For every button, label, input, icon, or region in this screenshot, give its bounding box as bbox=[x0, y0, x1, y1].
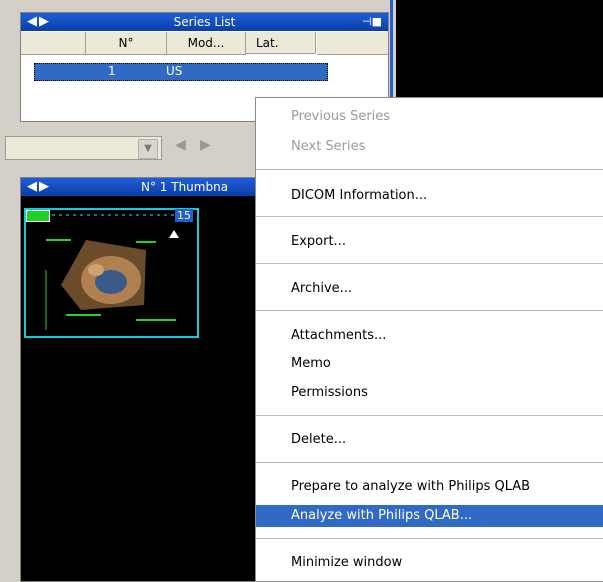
menu-item-analyze-qlab[interactable]: Analyze with Philips QLAB... bbox=[256, 505, 603, 527]
next-arrow-icon[interactable]: ▶ bbox=[200, 137, 211, 153]
menu-item-next-series[interactable]: Next Series bbox=[256, 136, 603, 158]
series-list-title-bar: ◀▶ Series List ⊣■ bbox=[21, 13, 388, 31]
menu-item-dicom-information[interactable]: DICOM Information... bbox=[256, 185, 603, 207]
pane-nav-arrows-icon[interactable]: ◀▶ bbox=[27, 178, 51, 196]
series-list-title: Series List bbox=[173, 15, 236, 29]
viewer-border bbox=[390, 0, 393, 110]
row-modality: US bbox=[166, 64, 183, 78]
menu-item-delete[interactable]: Delete... bbox=[256, 429, 603, 451]
menu-separator bbox=[256, 462, 603, 463]
thumbnail-count: 15 bbox=[175, 209, 193, 222]
menu-item-previous-series[interactable]: Previous Series bbox=[256, 106, 603, 128]
ultrasound-image-icon bbox=[26, 210, 197, 336]
column-header-blank[interactable] bbox=[21, 32, 86, 55]
menu-separator bbox=[256, 538, 603, 539]
menu-item-memo[interactable]: Memo bbox=[256, 353, 603, 375]
column-header-spacer bbox=[317, 32, 388, 55]
thumbnail-title: N° 1 Thumbna bbox=[141, 180, 229, 194]
menu-item-permissions[interactable]: Permissions bbox=[256, 382, 603, 404]
row-number: 1 bbox=[108, 64, 116, 78]
menu-separator bbox=[256, 415, 603, 416]
menu-item-prepare-qlab[interactable]: Prepare to analyze with Philips QLAB bbox=[256, 476, 603, 498]
menu-item-export[interactable]: Export... bbox=[256, 231, 603, 253]
menu-item-archive[interactable]: Archive... bbox=[256, 278, 603, 300]
menu-item-attachments[interactable]: Attachments... bbox=[256, 325, 603, 347]
ultrasound-thumbnail[interactable] bbox=[24, 208, 199, 338]
menu-separator bbox=[256, 216, 603, 217]
menu-separator bbox=[256, 263, 603, 264]
thumbnail-status-badge bbox=[26, 210, 50, 222]
menu-item-minimize-window[interactable]: Minimize window bbox=[256, 552, 603, 574]
column-header-modality[interactable]: Mod... bbox=[167, 32, 246, 55]
menu-separator bbox=[256, 310, 603, 311]
context-menu: Previous Series Next Series DICOM Inform… bbox=[255, 97, 603, 582]
previous-arrow-icon[interactable]: ◀ bbox=[175, 137, 186, 153]
column-header-laterality[interactable]: Lat. bbox=[246, 32, 316, 54]
menu-separator bbox=[256, 169, 603, 170]
column-header-number[interactable]: N° bbox=[86, 32, 167, 55]
chevron-down-icon[interactable]: ▼ bbox=[138, 139, 158, 159]
pin-icon[interactable]: ⊣■ bbox=[362, 13, 382, 31]
